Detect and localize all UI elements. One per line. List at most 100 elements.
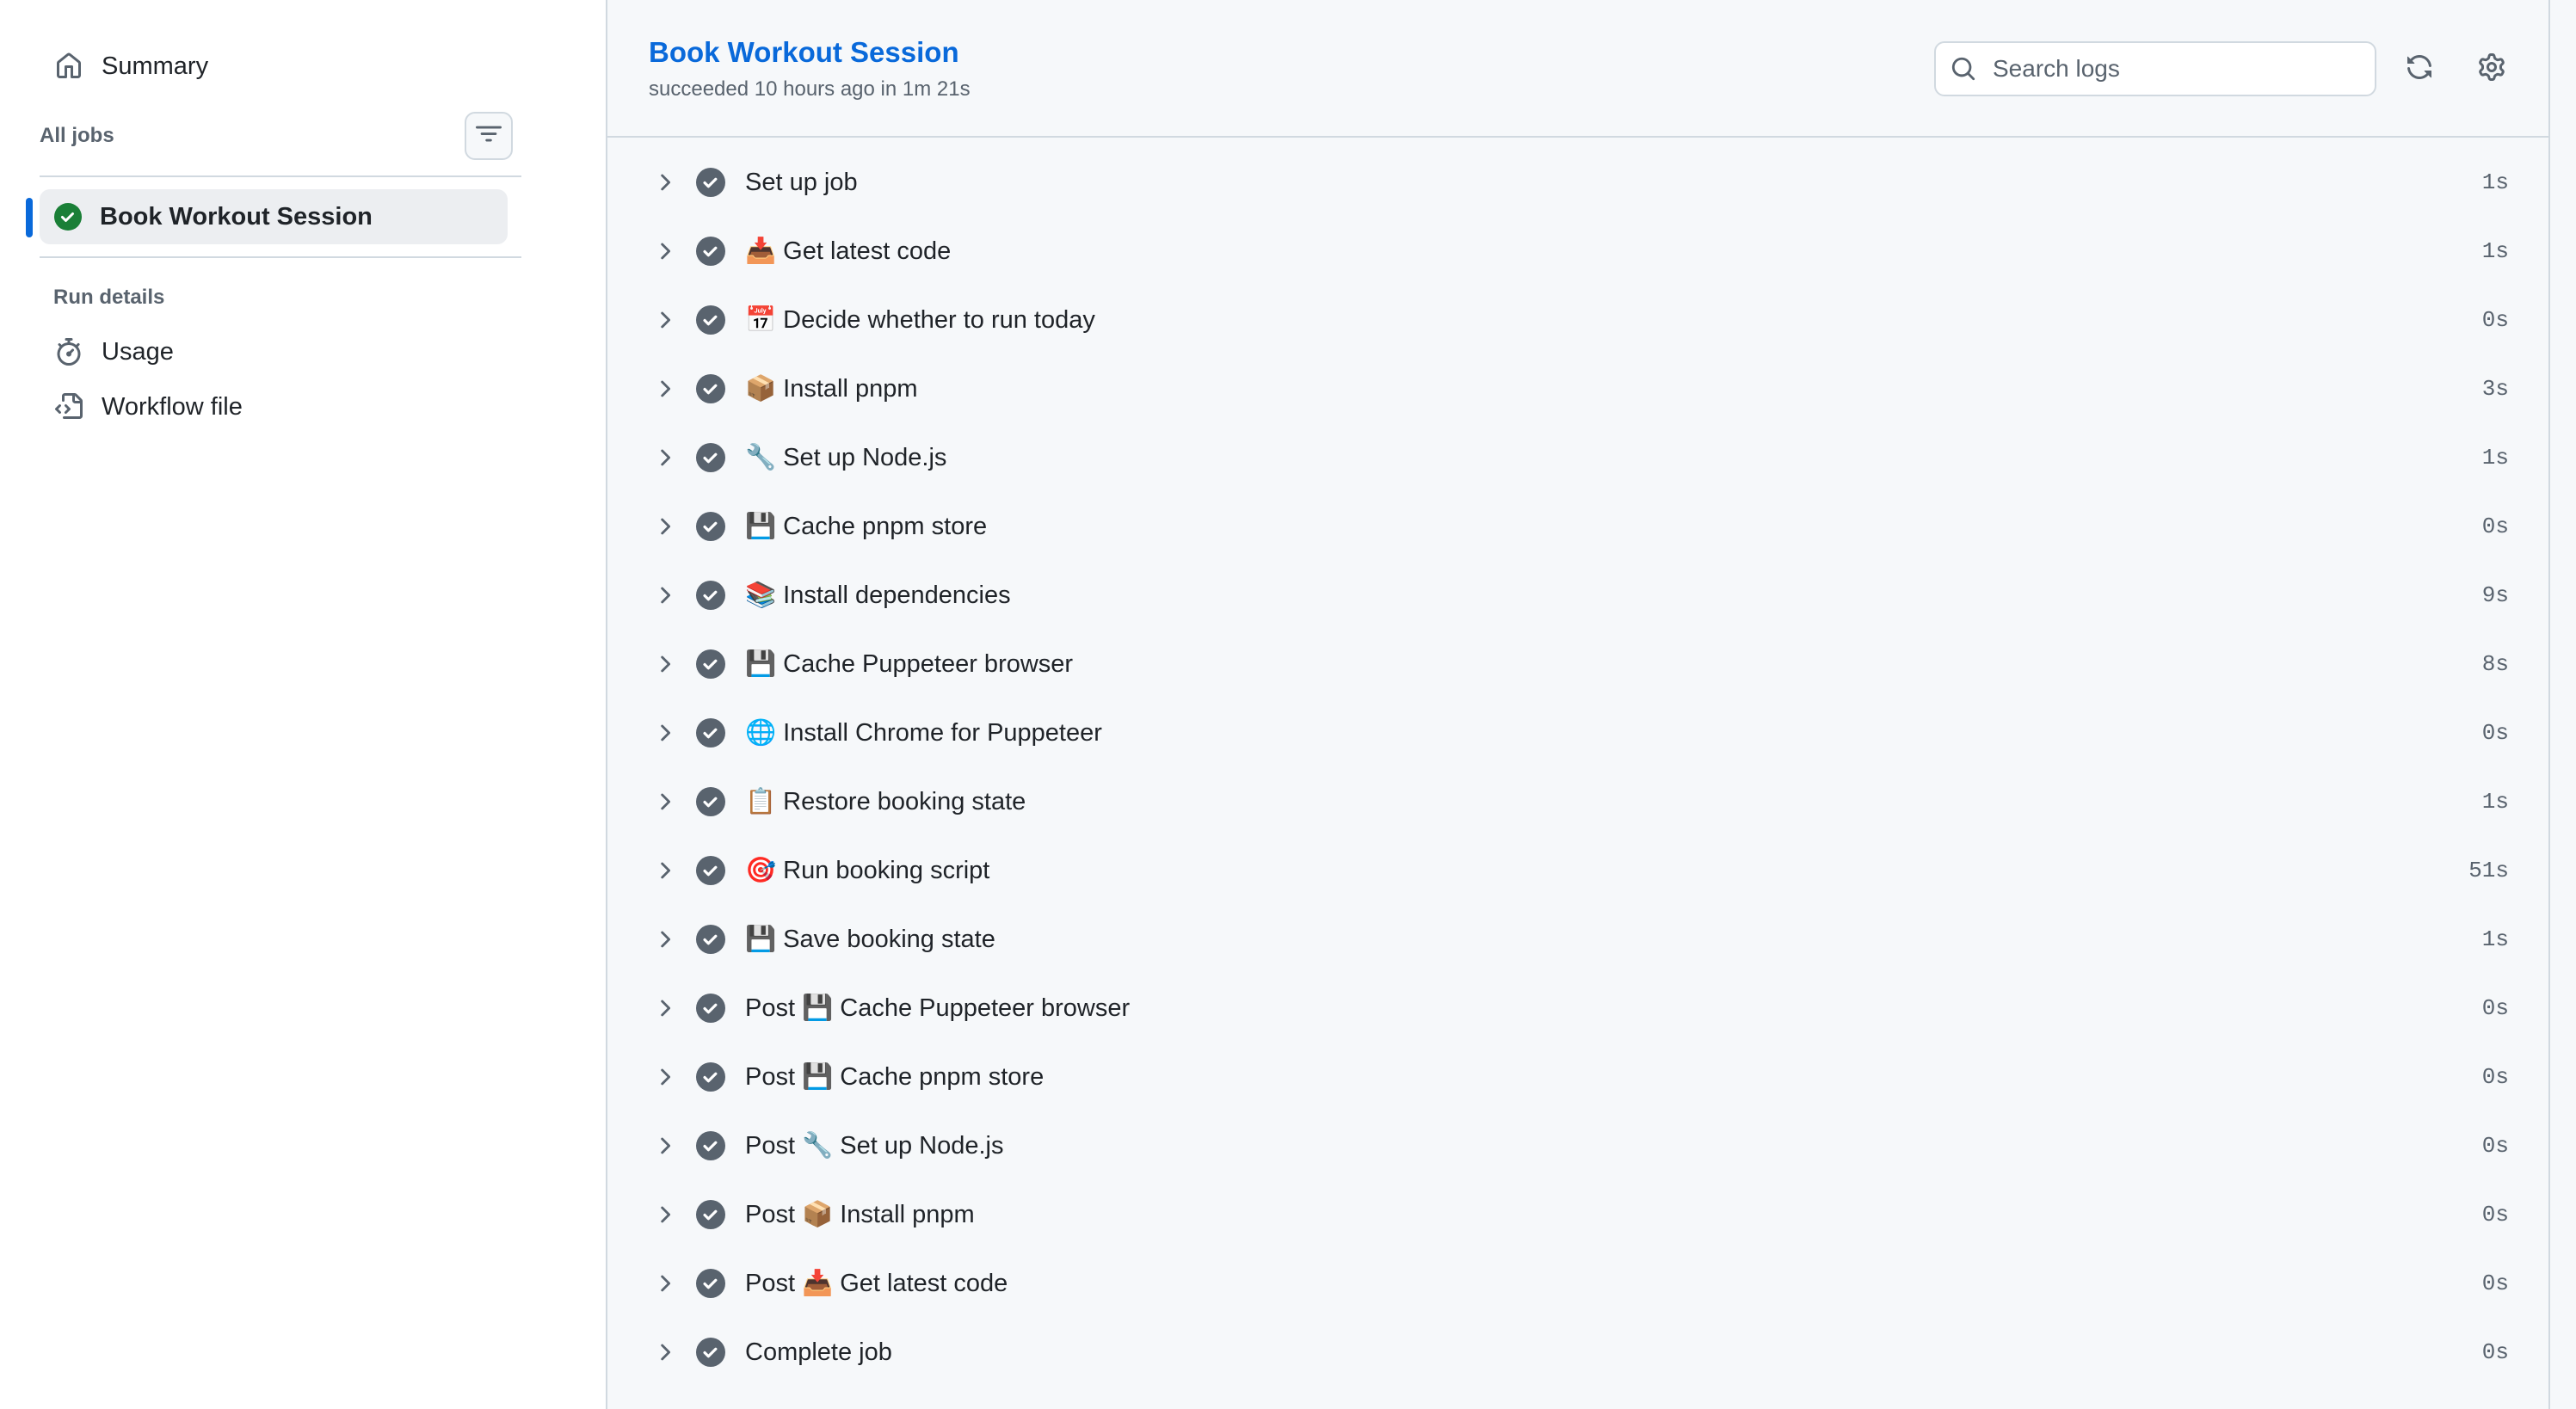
step-row[interactable]: Complete job 0s [607, 1318, 2548, 1387]
step-row[interactable]: 📦 Install pnpm 3s [607, 354, 2548, 423]
chevron-right-icon[interactable] [649, 1199, 680, 1230]
sidebar-job-book-workout-session[interactable]: Book Workout Session [40, 189, 508, 244]
filter-button[interactable] [465, 112, 513, 160]
chevron-right-icon[interactable] [649, 511, 680, 542]
step-row[interactable]: Post 📥 Get latest code 0s [607, 1249, 2548, 1318]
usage-link[interactable]: Usage [41, 330, 513, 373]
chevron-right-icon[interactable] [649, 1061, 680, 1092]
app-window: Summary All jobs Book Workout Session Ru… [0, 0, 2576, 1409]
step-name: Post 💾 Cache pnpm store [745, 1063, 1045, 1091]
chevron-right-icon[interactable] [649, 442, 680, 473]
step-duration: 0s [2481, 1064, 2509, 1090]
step-row[interactable]: 💾 Cache Puppeteer browser 8s [607, 630, 2548, 698]
step-row[interactable]: 🎯 Run booking script 51s [607, 836, 2548, 905]
check-circle-fill-icon [695, 236, 726, 267]
step-row[interactable]: 💾 Cache pnpm store 0s [607, 492, 2548, 561]
check-circle-fill-icon [695, 924, 726, 955]
selected-job-indicator [26, 198, 33, 237]
steps-list: Set up job 1s 📥 Get latest code 1s 📅 Decide … [607, 148, 2548, 1387]
chevron-right-icon[interactable] [649, 924, 680, 955]
refresh-button[interactable] [2399, 48, 2440, 89]
check-circle-fill-icon [695, 511, 726, 542]
step-duration: 1s [2481, 238, 2509, 264]
step-row[interactable]: 📥 Get latest code 1s [607, 217, 2548, 286]
check-circle-fill-icon [695, 993, 726, 1024]
job-label: Book Workout Session [100, 202, 373, 231]
step-row[interactable]: Post 📦 Install pnpm 0s [607, 1180, 2548, 1249]
sidebar-divider [40, 175, 521, 177]
step-name: Post 📥 Get latest code [745, 1270, 1008, 1297]
chevron-right-icon[interactable] [649, 305, 680, 335]
job-log-panel: Book Workout Session succeeded 10 hours … [606, 0, 2576, 1409]
check-circle-fill-icon [53, 202, 83, 231]
chevron-right-icon[interactable] [649, 580, 680, 611]
step-duration: 0s [2481, 1202, 2509, 1227]
step-duration: 0s [2481, 1271, 2509, 1296]
step-name: 📦 Install pnpm [745, 375, 918, 403]
chevron-right-icon[interactable] [649, 373, 680, 404]
step-duration: 0s [2481, 995, 2509, 1021]
step-row[interactable]: 📅 Decide whether to run today 0s [607, 286, 2548, 354]
settings-button[interactable] [2471, 48, 2512, 89]
step-name: 📅 Decide whether to run today [745, 306, 1095, 334]
step-duration: 1s [2481, 789, 2509, 815]
step-row[interactable]: Post 🔧 Set up Node.js 0s [607, 1111, 2548, 1180]
summary-label: Summary [102, 52, 209, 80]
chevron-right-icon[interactable] [649, 649, 680, 680]
check-circle-fill-icon [695, 649, 726, 680]
all-jobs-header: All jobs [40, 110, 513, 162]
check-circle-fill-icon [695, 1130, 726, 1161]
chevron-right-icon[interactable] [649, 993, 680, 1024]
chevron-right-icon[interactable] [649, 786, 680, 817]
step-row[interactable]: Post 💾 Cache Puppeteer browser 0s [607, 974, 2548, 1043]
step-duration: 3s [2481, 376, 2509, 402]
step-duration: 8s [2481, 651, 2509, 677]
check-circle-fill-icon [695, 373, 726, 404]
step-name: 📥 Get latest code [745, 237, 952, 265]
chevron-right-icon[interactable] [649, 1130, 680, 1161]
step-row[interactable]: 🌐 Install Chrome for Puppeteer 0s [607, 698, 2548, 767]
step-duration: 51s [2468, 858, 2509, 883]
step-row[interactable]: Set up job 1s [607, 148, 2548, 217]
search-logs-input[interactable] [1991, 54, 2356, 83]
check-circle-fill-icon [695, 1268, 726, 1299]
step-duration: 0s [2481, 720, 2509, 746]
step-name: 📚 Install dependencies [745, 581, 1011, 609]
sidebar-divider [40, 256, 521, 258]
workflow-file-link[interactable]: Workflow file [41, 385, 513, 428]
chevron-right-icon[interactable] [649, 717, 680, 748]
job-title[interactable]: Book Workout Session [649, 36, 959, 69]
check-circle-fill-icon [695, 167, 726, 198]
chevron-right-icon[interactable] [649, 855, 680, 886]
chevron-right-icon[interactable] [649, 1337, 680, 1368]
usage-label: Usage [102, 337, 174, 366]
search-logs-field[interactable] [1934, 41, 2376, 96]
panel-border [2548, 0, 2550, 1409]
step-name: Complete job [745, 1338, 892, 1366]
all-jobs-label: All jobs [40, 124, 114, 147]
filter-icon [476, 121, 502, 151]
step-duration: 1s [2481, 445, 2509, 471]
chevron-right-icon[interactable] [649, 167, 680, 198]
step-name: 💾 Cache Puppeteer browser [745, 650, 1074, 678]
chevron-right-icon[interactable] [649, 236, 680, 267]
job-status-subtitle: succeeded 10 hours ago in 1m 21s [649, 77, 971, 101]
step-row[interactable]: 🔧 Set up Node.js 1s [607, 423, 2548, 492]
step-row[interactable]: 📋 Restore booking state 1s [607, 767, 2548, 836]
step-name: Post 📦 Install pnpm [745, 1201, 975, 1228]
step-duration: 0s [2481, 307, 2509, 333]
sync-icon [2406, 53, 2433, 85]
check-circle-fill-icon [695, 855, 726, 886]
step-name: Post 🔧 Set up Node.js [745, 1132, 1004, 1160]
check-circle-fill-icon [695, 1199, 726, 1230]
summary-link[interactable]: Summary [41, 45, 513, 88]
step-name: 💾 Cache pnpm store [745, 513, 988, 540]
step-row[interactable]: 💾 Save booking state 1s [607, 905, 2548, 974]
search-icon [1948, 53, 1979, 84]
step-row[interactable]: Post 💾 Cache pnpm store 0s [607, 1043, 2548, 1111]
check-circle-fill-icon [695, 786, 726, 817]
chevron-right-icon[interactable] [649, 1268, 680, 1299]
step-name: 🌐 Install Chrome for Puppeteer [745, 719, 1102, 747]
step-row[interactable]: 📚 Install dependencies 9s [607, 561, 2548, 630]
stopwatch-icon [52, 335, 86, 369]
